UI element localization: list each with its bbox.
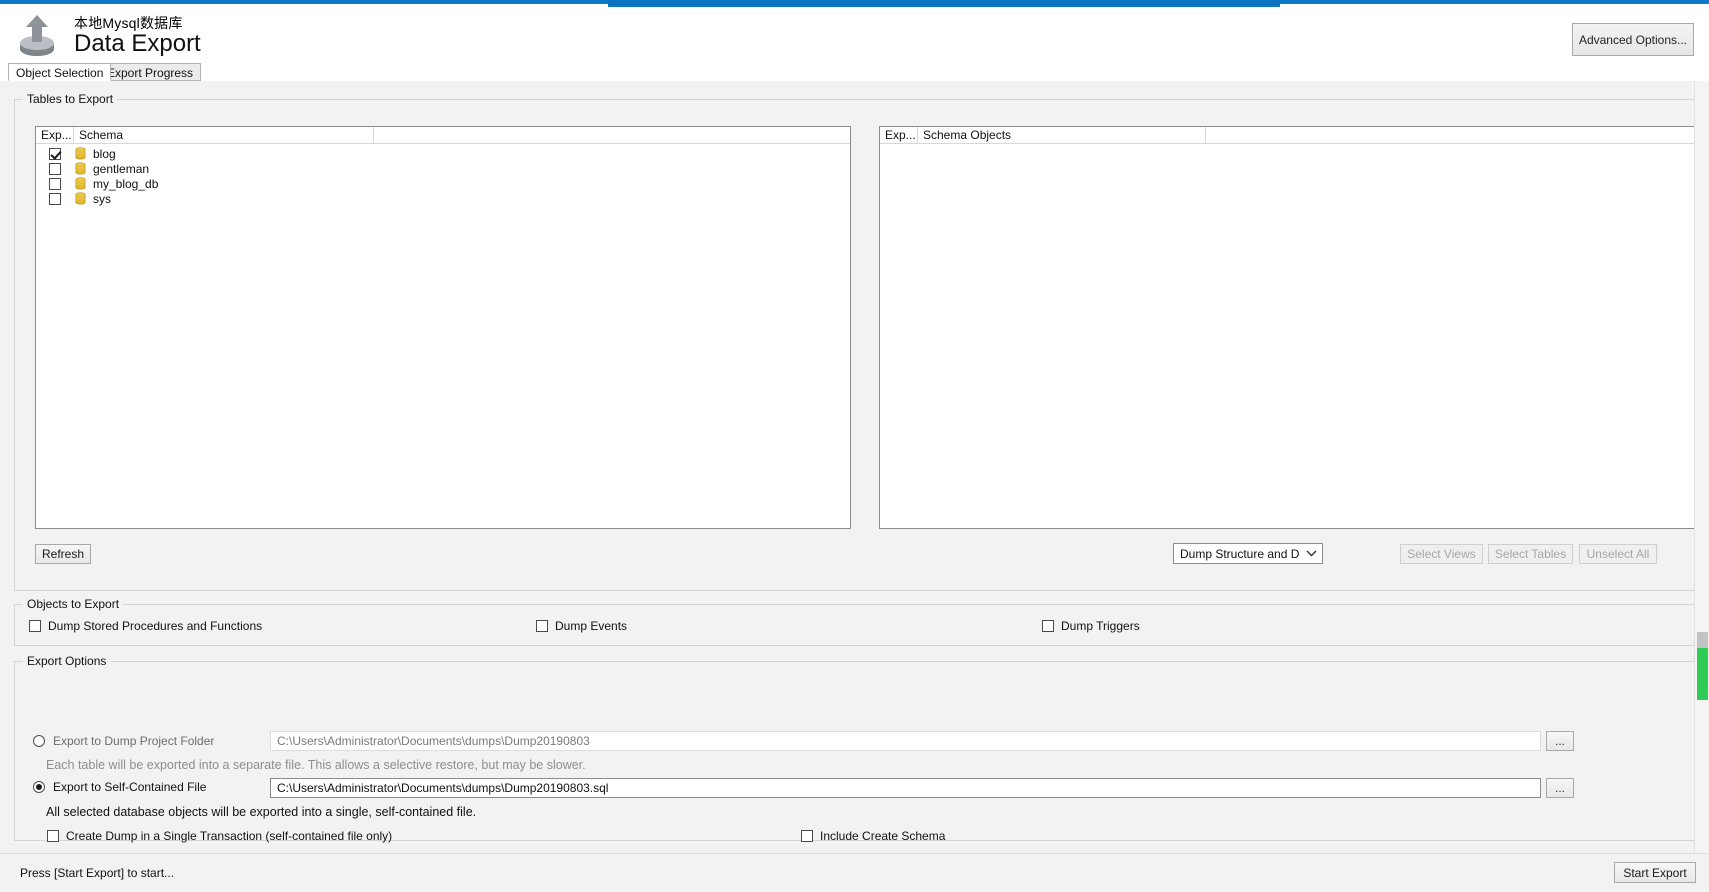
include-create-schema-checkbox[interactable] <box>801 830 813 842</box>
schema-column-spacer[interactable] <box>374 127 851 144</box>
schema-row-checkbox-cell[interactable] <box>36 162 74 175</box>
schema-row-checkbox-cell[interactable] <box>36 177 74 190</box>
schema-list-panel[interactable]: Exp... Schema blog gentleman my_blog_db sys <box>35 126 851 529</box>
page-footer: Press [Start Export] to start... Start E… <box>0 853 1709 892</box>
schema-row-label: sys <box>93 191 111 206</box>
advanced-options-button[interactable]: Advanced Options... <box>1572 23 1694 56</box>
objects-column-spacer[interactable] <box>1206 127 1695 144</box>
tables-to-export-group: Tables to Export Exp... Schema blog gentl… <box>14 92 1696 591</box>
self-contained-file-hint: All selected database objects will be ex… <box>46 805 477 819</box>
schema-row-checkbox[interactable] <box>49 192 61 205</box>
objects-to-export-group: Objects to Export Dump Stored Procedures… <box>14 597 1695 646</box>
dump-project-folder-hint: Each table will be exported into a separ… <box>46 758 586 772</box>
dump-stored-procedures-checkbox-row[interactable]: Dump Stored Procedures and Functions <box>29 619 262 633</box>
self-contained-file-path-input[interactable]: C:\Users\Administrator\Documents\dumps\D… <box>270 778 1541 798</box>
objects-column-export[interactable]: Exp... <box>880 127 918 144</box>
database-schema-icon <box>74 177 87 190</box>
export-to-dump-project-folder-radio[interactable] <box>33 735 45 747</box>
export-to-dump-project-folder-radio-row[interactable]: Export to Dump Project Folder <box>33 734 214 748</box>
tab-export-progress[interactable]: Export Progress <box>99 63 202 81</box>
dump-triggers-checkbox[interactable] <box>1042 620 1054 632</box>
export-to-self-contained-file-label: Export to Self-Contained File <box>53 780 207 794</box>
dump-events-checkbox[interactable] <box>536 620 548 632</box>
schema-column-schema[interactable]: Schema <box>74 127 374 144</box>
database-schema-icon <box>74 162 87 175</box>
dump-triggers-label: Dump Triggers <box>1061 619 1140 633</box>
schema-column-export[interactable]: Exp... <box>36 127 74 144</box>
single-transaction-checkbox-row[interactable]: Create Dump in a Single Transaction (sel… <box>47 829 392 843</box>
page-scrollbar-thumb[interactable] <box>1697 648 1708 700</box>
single-transaction-checkbox[interactable] <box>47 830 59 842</box>
schema-row-label: blog <box>93 146 116 161</box>
schema-row-checkbox-cell[interactable] <box>36 192 74 205</box>
data-export-upload-icon <box>14 13 60 61</box>
export-options-group: Export Options Export to Dump Project Fo… <box>14 654 1695 843</box>
objects-column-name[interactable]: Schema Objects <box>918 127 1206 144</box>
schema-list-header: Exp... Schema <box>36 127 850 144</box>
select-tables-button[interactable]: Select Tables <box>1488 544 1573 564</box>
status-text: Press [Start Export] to start... <box>20 866 175 880</box>
tab-strip: Object Selection Export Progress <box>0 63 1709 82</box>
dump-events-label: Dump Events <box>555 619 628 633</box>
schema-row[interactable]: blog <box>36 146 850 161</box>
self-contained-file-browse-button[interactable]: ... <box>1546 778 1574 798</box>
schema-row-checkbox[interactable] <box>49 147 61 160</box>
schema-row-checkbox-cell[interactable] <box>36 147 74 160</box>
top-accent-bar-highlight <box>608 0 1280 7</box>
include-create-schema-checkbox-row[interactable]: Include Create Schema <box>801 829 945 843</box>
dump-type-select[interactable]: Dump Structure and Da <box>1173 543 1323 564</box>
database-schema-icon <box>74 192 87 205</box>
dump-triggers-checkbox-row[interactable]: Dump Triggers <box>1042 619 1140 633</box>
include-create-schema-label: Include Create Schema <box>820 829 946 843</box>
start-export-button[interactable]: Start Export <box>1614 862 1696 883</box>
schema-objects-header: Exp... Schema Objects <box>880 127 1695 144</box>
schema-row-label: my_blog_db <box>93 176 159 191</box>
schema-row-checkbox[interactable] <box>49 177 61 190</box>
schema-row[interactable]: gentleman <box>36 161 850 176</box>
tables-to-export-title: Tables to Export <box>23 92 118 106</box>
dump-project-folder-path-input[interactable]: C:\Users\Administrator\Documents\dumps\D… <box>270 731 1541 751</box>
schema-objects-panel[interactable]: Exp... Schema Objects <box>879 126 1696 529</box>
select-views-button[interactable]: Select Views <box>1400 544 1483 564</box>
dump-type-select-value: Dump Structure and Da <box>1180 546 1300 561</box>
schema-row[interactable]: my_blog_db <box>36 176 850 191</box>
page-header: 本地Mysql数据库 Data Export Advanced Options.… <box>0 7 1709 63</box>
export-to-dump-project-folder-label: Export to Dump Project Folder <box>53 734 215 748</box>
schema-row-label: gentleman <box>93 161 150 176</box>
chevron-down-icon <box>1300 550 1322 557</box>
dump-stored-procedures-checkbox[interactable] <box>29 620 41 632</box>
dump-events-checkbox-row[interactable]: Dump Events <box>536 619 627 633</box>
objects-to-export-title: Objects to Export <box>23 597 124 611</box>
export-to-self-contained-file-radio[interactable] <box>33 781 45 793</box>
dump-stored-procedures-label: Dump Stored Procedures and Functions <box>48 619 263 633</box>
database-schema-icon <box>74 147 87 160</box>
dump-project-folder-browse-button[interactable]: ... <box>1546 731 1574 751</box>
single-transaction-label: Create Dump in a Single Transaction (sel… <box>66 829 393 843</box>
tab-object-selection[interactable]: Object Selection <box>8 63 112 81</box>
page-vertical-scrollbar[interactable] <box>1694 81 1709 853</box>
schema-row-checkbox[interactable] <box>49 162 61 175</box>
page-title: Data Export <box>74 30 201 57</box>
export-options-title: Export Options <box>23 654 111 668</box>
unselect-all-button[interactable]: Unselect All <box>1579 544 1657 564</box>
export-to-self-contained-file-radio-row[interactable]: Export to Self-Contained File <box>33 780 206 794</box>
refresh-button[interactable]: Refresh <box>35 544 91 564</box>
schema-row[interactable]: sys <box>36 191 850 206</box>
page-content: Tables to Export Exp... Schema blog gentl… <box>0 81 1709 853</box>
